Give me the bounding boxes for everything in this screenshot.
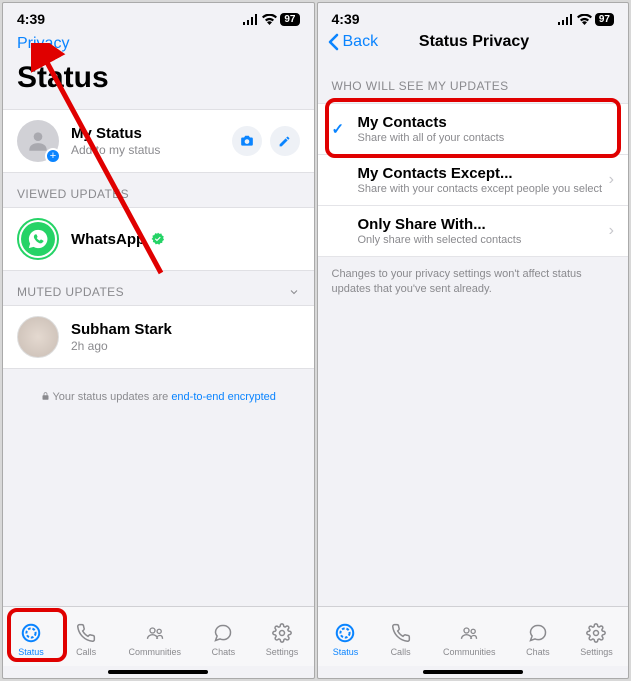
viewed-section-head: VIEWED UPDATES — [3, 173, 314, 207]
home-indicator — [423, 670, 523, 674]
wifi-icon — [262, 14, 277, 25]
muted-time: 2h ago — [71, 339, 300, 353]
privacy-note: Changes to your privacy settings won't a… — [318, 257, 629, 308]
signal-icon — [558, 14, 574, 25]
chevron-right-icon: › — [609, 222, 614, 240]
privacy-option-only[interactable]: Only Share With... Only share with selec… — [318, 206, 629, 257]
privacy-option-except[interactable]: My Contacts Except... Share with your co… — [318, 155, 629, 206]
nav-title: Status Privacy — [330, 33, 618, 51]
status-bar: 4:39 97 — [3, 3, 314, 27]
muted-name: Subham Stark — [71, 321, 300, 338]
privacy-option-my-contacts[interactable]: ✓ My Contacts Share with all of your con… — [318, 103, 629, 155]
muted-avatar — [17, 316, 59, 358]
muted-section-head[interactable]: MUTED UPDATES — [3, 271, 314, 305]
plus-badge-icon: + — [45, 148, 61, 164]
muted-status-row[interactable]: Subham Stark 2h ago — [3, 305, 314, 369]
battery-icon: 97 — [280, 13, 299, 26]
tab-settings[interactable]: Settings — [266, 621, 299, 657]
signal-icon — [243, 14, 259, 25]
viewed-status-row[interactable]: WhatsApp — [3, 207, 314, 271]
camera-button[interactable] — [232, 126, 262, 156]
lock-icon — [41, 391, 50, 401]
phone-right: 4:39 97 Back Status Privacy WHO WILL SEE… — [317, 2, 630, 679]
status-bar: 4:39 97 — [318, 3, 629, 27]
tab-calls[interactable]: Calls — [389, 621, 413, 657]
tab-settings[interactable]: Settings — [580, 621, 613, 657]
check-icon: ✓ — [332, 120, 345, 138]
encrypt-link[interactable]: end-to-end encrypted — [171, 391, 276, 403]
chevron-right-icon: › — [609, 171, 614, 189]
home-indicator — [108, 670, 208, 674]
my-status-title: My Status — [71, 125, 232, 142]
tab-status[interactable]: Status — [333, 621, 359, 657]
my-status-row[interactable]: + My Status Add to my status — [3, 109, 314, 173]
tab-calls[interactable]: Calls — [74, 621, 98, 657]
chevron-down-icon — [288, 286, 300, 298]
verified-icon — [151, 232, 165, 246]
my-status-sub: Add to my status — [71, 143, 232, 157]
encryption-note: Your status updates are end-to-end encry… — [3, 369, 314, 425]
whatsapp-icon — [21, 222, 55, 256]
tab-chats[interactable]: Chats — [211, 621, 235, 657]
tab-status[interactable]: Status — [18, 621, 44, 657]
tab-bar: Status Calls Communities Chats Settings — [318, 606, 629, 666]
tab-bar: Status Calls Communities Chats Settings — [3, 606, 314, 666]
tab-communities[interactable]: Communities — [443, 621, 496, 657]
phone-left: 4:39 97 Privacy Status + My Status Add t… — [2, 2, 315, 679]
tab-communities[interactable]: Communities — [128, 621, 181, 657]
tab-chats[interactable]: Chats — [526, 621, 550, 657]
page-title: Status — [3, 53, 314, 109]
status-time: 4:39 — [332, 11, 360, 27]
status-time: 4:39 — [17, 11, 45, 27]
pencil-button[interactable] — [270, 126, 300, 156]
privacy-section-head: WHO WILL SEE MY UPDATES — [318, 51, 629, 99]
privacy-link[interactable]: Privacy — [3, 27, 314, 53]
status-ring — [17, 218, 59, 260]
battery-icon: 97 — [595, 13, 614, 26]
viewed-name: WhatsApp — [71, 231, 145, 248]
wifi-icon — [577, 14, 592, 25]
